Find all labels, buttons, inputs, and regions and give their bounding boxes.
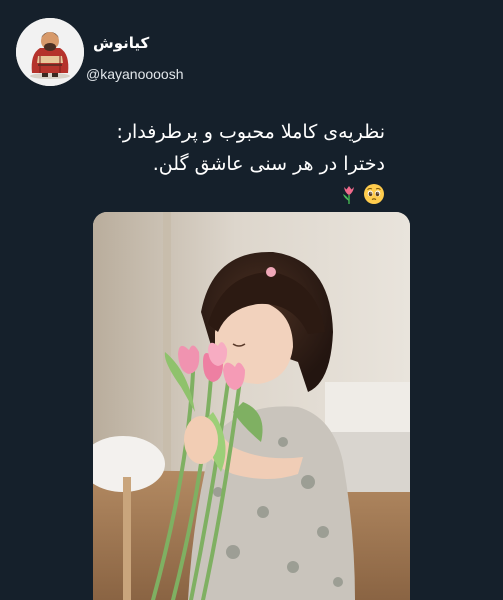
photo-girl-with-tulips-icon <box>93 212 410 600</box>
tulip-icon <box>343 186 354 204</box>
tweet-text-line: نظریه‌ی کاملا محبوب و پرطرفدار: <box>116 121 385 143</box>
display-name[interactable]: کیانوش <box>93 34 149 52</box>
cartoon-character-avatar-icon <box>16 18 84 86</box>
pleading-face-icon <box>364 184 384 204</box>
emoji-row <box>338 183 385 205</box>
avatar[interactable] <box>16 18 84 86</box>
tweet-text: نظریه‌ی کاملا محبوب و پرطرفدار: دخترا در… <box>55 116 385 180</box>
tweet-text-line: دخترا در هر سنی عاشق گلن. <box>152 153 385 175</box>
tweet: کیانوش @kayanoooosh نظریه‌ی کاملا محبوب … <box>0 0 503 600</box>
tweet-photo[interactable] <box>93 212 410 600</box>
user-handle[interactable]: @kayanoooosh <box>86 66 184 82</box>
